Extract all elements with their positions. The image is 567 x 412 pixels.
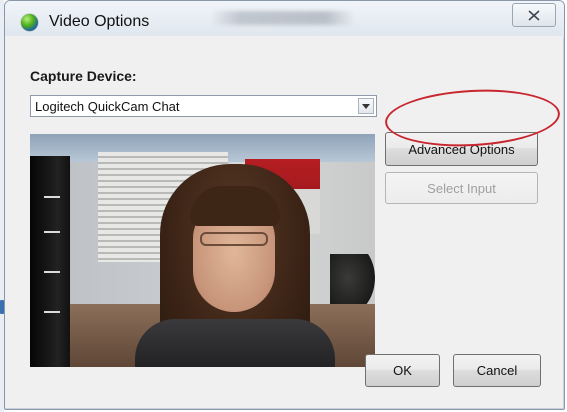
app-globe-icon	[21, 14, 38, 31]
capture-device-label: Capture Device:	[30, 68, 137, 84]
cabinet-handle	[44, 231, 60, 233]
capture-device-select[interactable]: Logitech QuickCam Chat	[30, 95, 377, 117]
cabinet-handle	[44, 196, 60, 198]
ok-button[interactable]: OK	[365, 354, 440, 387]
obscured-title-text	[210, 11, 355, 25]
chevron-down-icon	[362, 103, 370, 109]
title-bar[interactable]: Video Options	[5, 1, 564, 37]
cabinet-handle	[44, 271, 60, 273]
preview-filing-cabinet	[30, 156, 70, 367]
cabinet-handle	[44, 311, 60, 313]
preview-person-bangs	[190, 186, 280, 226]
cancel-button[interactable]: Cancel	[453, 354, 541, 387]
window-title: Video Options	[49, 13, 150, 30]
close-icon	[528, 9, 540, 21]
dropdown-button[interactable]	[358, 98, 374, 114]
preview-person-glasses	[200, 232, 268, 246]
close-button[interactable]	[512, 3, 556, 27]
webcam-preview	[30, 134, 375, 367]
capture-device-value: Logitech QuickCam Chat	[35, 99, 180, 114]
select-input-button[interactable]: Select Input	[385, 172, 538, 204]
preview-person-body	[135, 319, 335, 367]
